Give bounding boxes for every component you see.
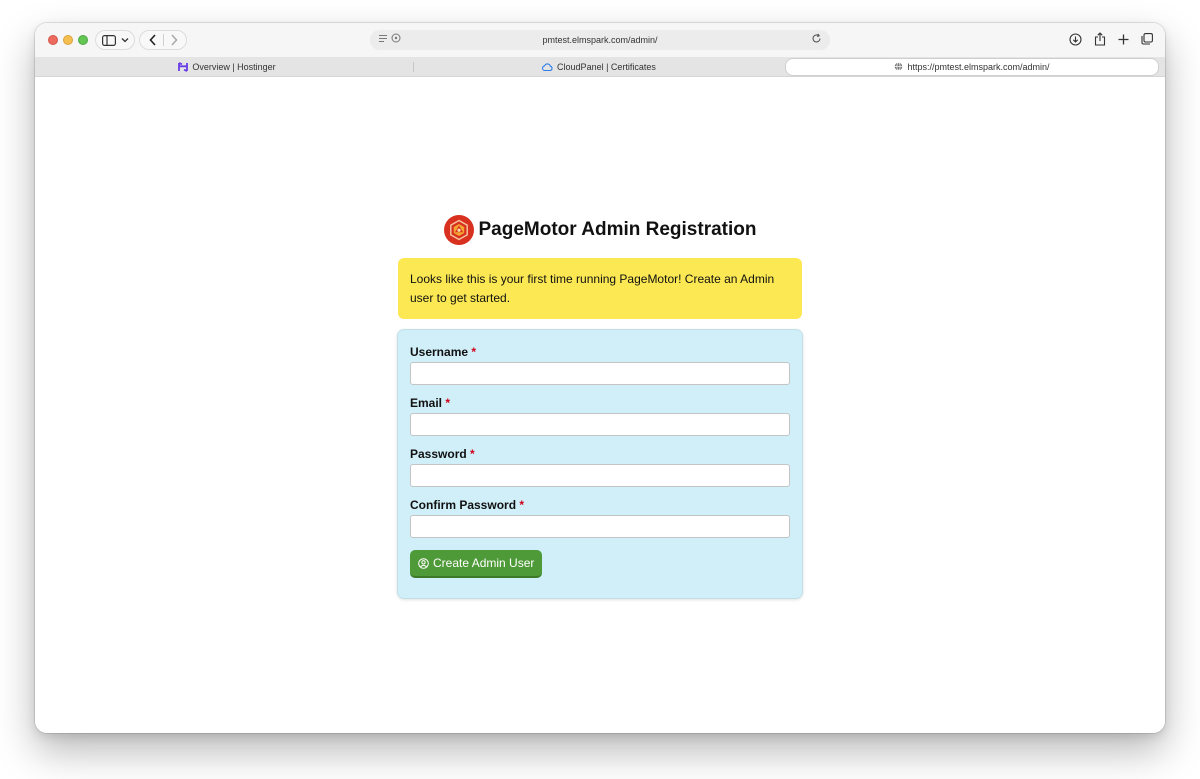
reload-icon[interactable]: [811, 33, 822, 46]
tab-overview-icon[interactable]: [1141, 33, 1153, 45]
sidebar-icon: [101, 34, 116, 46]
username-label: Username *: [410, 345, 790, 359]
required-marker: *: [445, 396, 451, 410]
tab-label: Overview | Hostinger: [192, 61, 276, 72]
zoom-window-button[interactable]: [78, 35, 88, 45]
email-field-group: Email *: [410, 396, 790, 436]
password-input[interactable]: [410, 464, 790, 487]
username-field-group: Username *: [410, 345, 790, 385]
email-label: Email *: [410, 396, 790, 410]
share-icon[interactable]: [1094, 32, 1106, 46]
minimize-window-button[interactable]: [63, 35, 73, 45]
confirm-password-label: Confirm Password *: [410, 498, 790, 512]
tab-label: https://pmtest.elmspark.com/admin/: [907, 61, 1050, 72]
user-circle-icon: [418, 557, 429, 569]
password-label-text: Password: [410, 447, 467, 461]
password-field-group: Password *: [410, 447, 790, 487]
back-icon[interactable]: [148, 34, 157, 46]
nav-divider: [162, 34, 164, 46]
cloudpanel-icon: [542, 62, 553, 71]
admin-registration-form: Username * Email * Password * Confirm Pa…: [398, 330, 802, 598]
required-marker: *: [470, 447, 475, 461]
globe-icon: [895, 62, 903, 71]
sidebar-toggle-button[interactable]: [95, 30, 135, 50]
confirm-password-input[interactable]: [410, 515, 790, 538]
address-bar[interactable]: pmtest.elmspark.com/admin/: [370, 30, 830, 50]
email-input[interactable]: [410, 413, 790, 436]
close-window-button[interactable]: [48, 35, 58, 45]
create-admin-user-label: Create Admin User: [433, 556, 535, 570]
chevron-down-icon: [121, 38, 128, 43]
confirm-password-label-text: Confirm Password: [410, 498, 517, 512]
required-marker: *: [471, 345, 477, 359]
first-run-alert: Looks like this is your first time runni…: [398, 258, 802, 319]
address-bar-left-icons: [378, 33, 401, 43]
reader-icon[interactable]: [378, 34, 388, 43]
page-header: PageMotor Admin Registration: [35, 215, 1165, 245]
username-input[interactable]: [410, 362, 790, 385]
browser-toolbar: pmtest.elmspark.com/admin/: [35, 23, 1165, 57]
email-label-text: Email: [410, 396, 443, 410]
browser-window: pmtest.elmspark.com/admin/ Overview | Ho…: [35, 23, 1165, 733]
new-tab-icon[interactable]: [1118, 34, 1129, 45]
tab-bar: Overview | Hostinger CloudPanel | Certif…: [35, 57, 1165, 77]
page-content: PageMotor Admin Registration Looks like …: [35, 78, 1165, 733]
hostinger-icon: [178, 61, 189, 72]
create-admin-user-button[interactable]: Create Admin User: [410, 550, 543, 578]
pagemotor-logo-icon: [443, 215, 474, 245]
required-marker: *: [519, 498, 525, 512]
downloads-icon[interactable]: [1069, 32, 1082, 46]
navigation-buttons: [139, 30, 187, 50]
tab-label: CloudPanel | Certificates: [557, 61, 656, 72]
username-label-text: Username: [410, 345, 469, 359]
site-settings-icon[interactable]: [391, 33, 401, 43]
tab-cloudpanel[interactable]: CloudPanel | Certificates: [413, 58, 785, 76]
url-text: pmtest.elmspark.com/admin/: [542, 35, 658, 45]
confirm-password-field-group: Confirm Password *: [410, 498, 790, 538]
forward-icon[interactable]: [170, 34, 178, 46]
tab-pmtest-admin[interactable]: https://pmtest.elmspark.com/admin/: [785, 57, 1159, 76]
toolbar-right-icons: [1069, 32, 1153, 46]
password-label: Password *: [410, 447, 790, 461]
tab-hostinger[interactable]: Overview | Hostinger: [41, 58, 413, 76]
page-title: PageMotor Admin Registration: [478, 219, 757, 240]
